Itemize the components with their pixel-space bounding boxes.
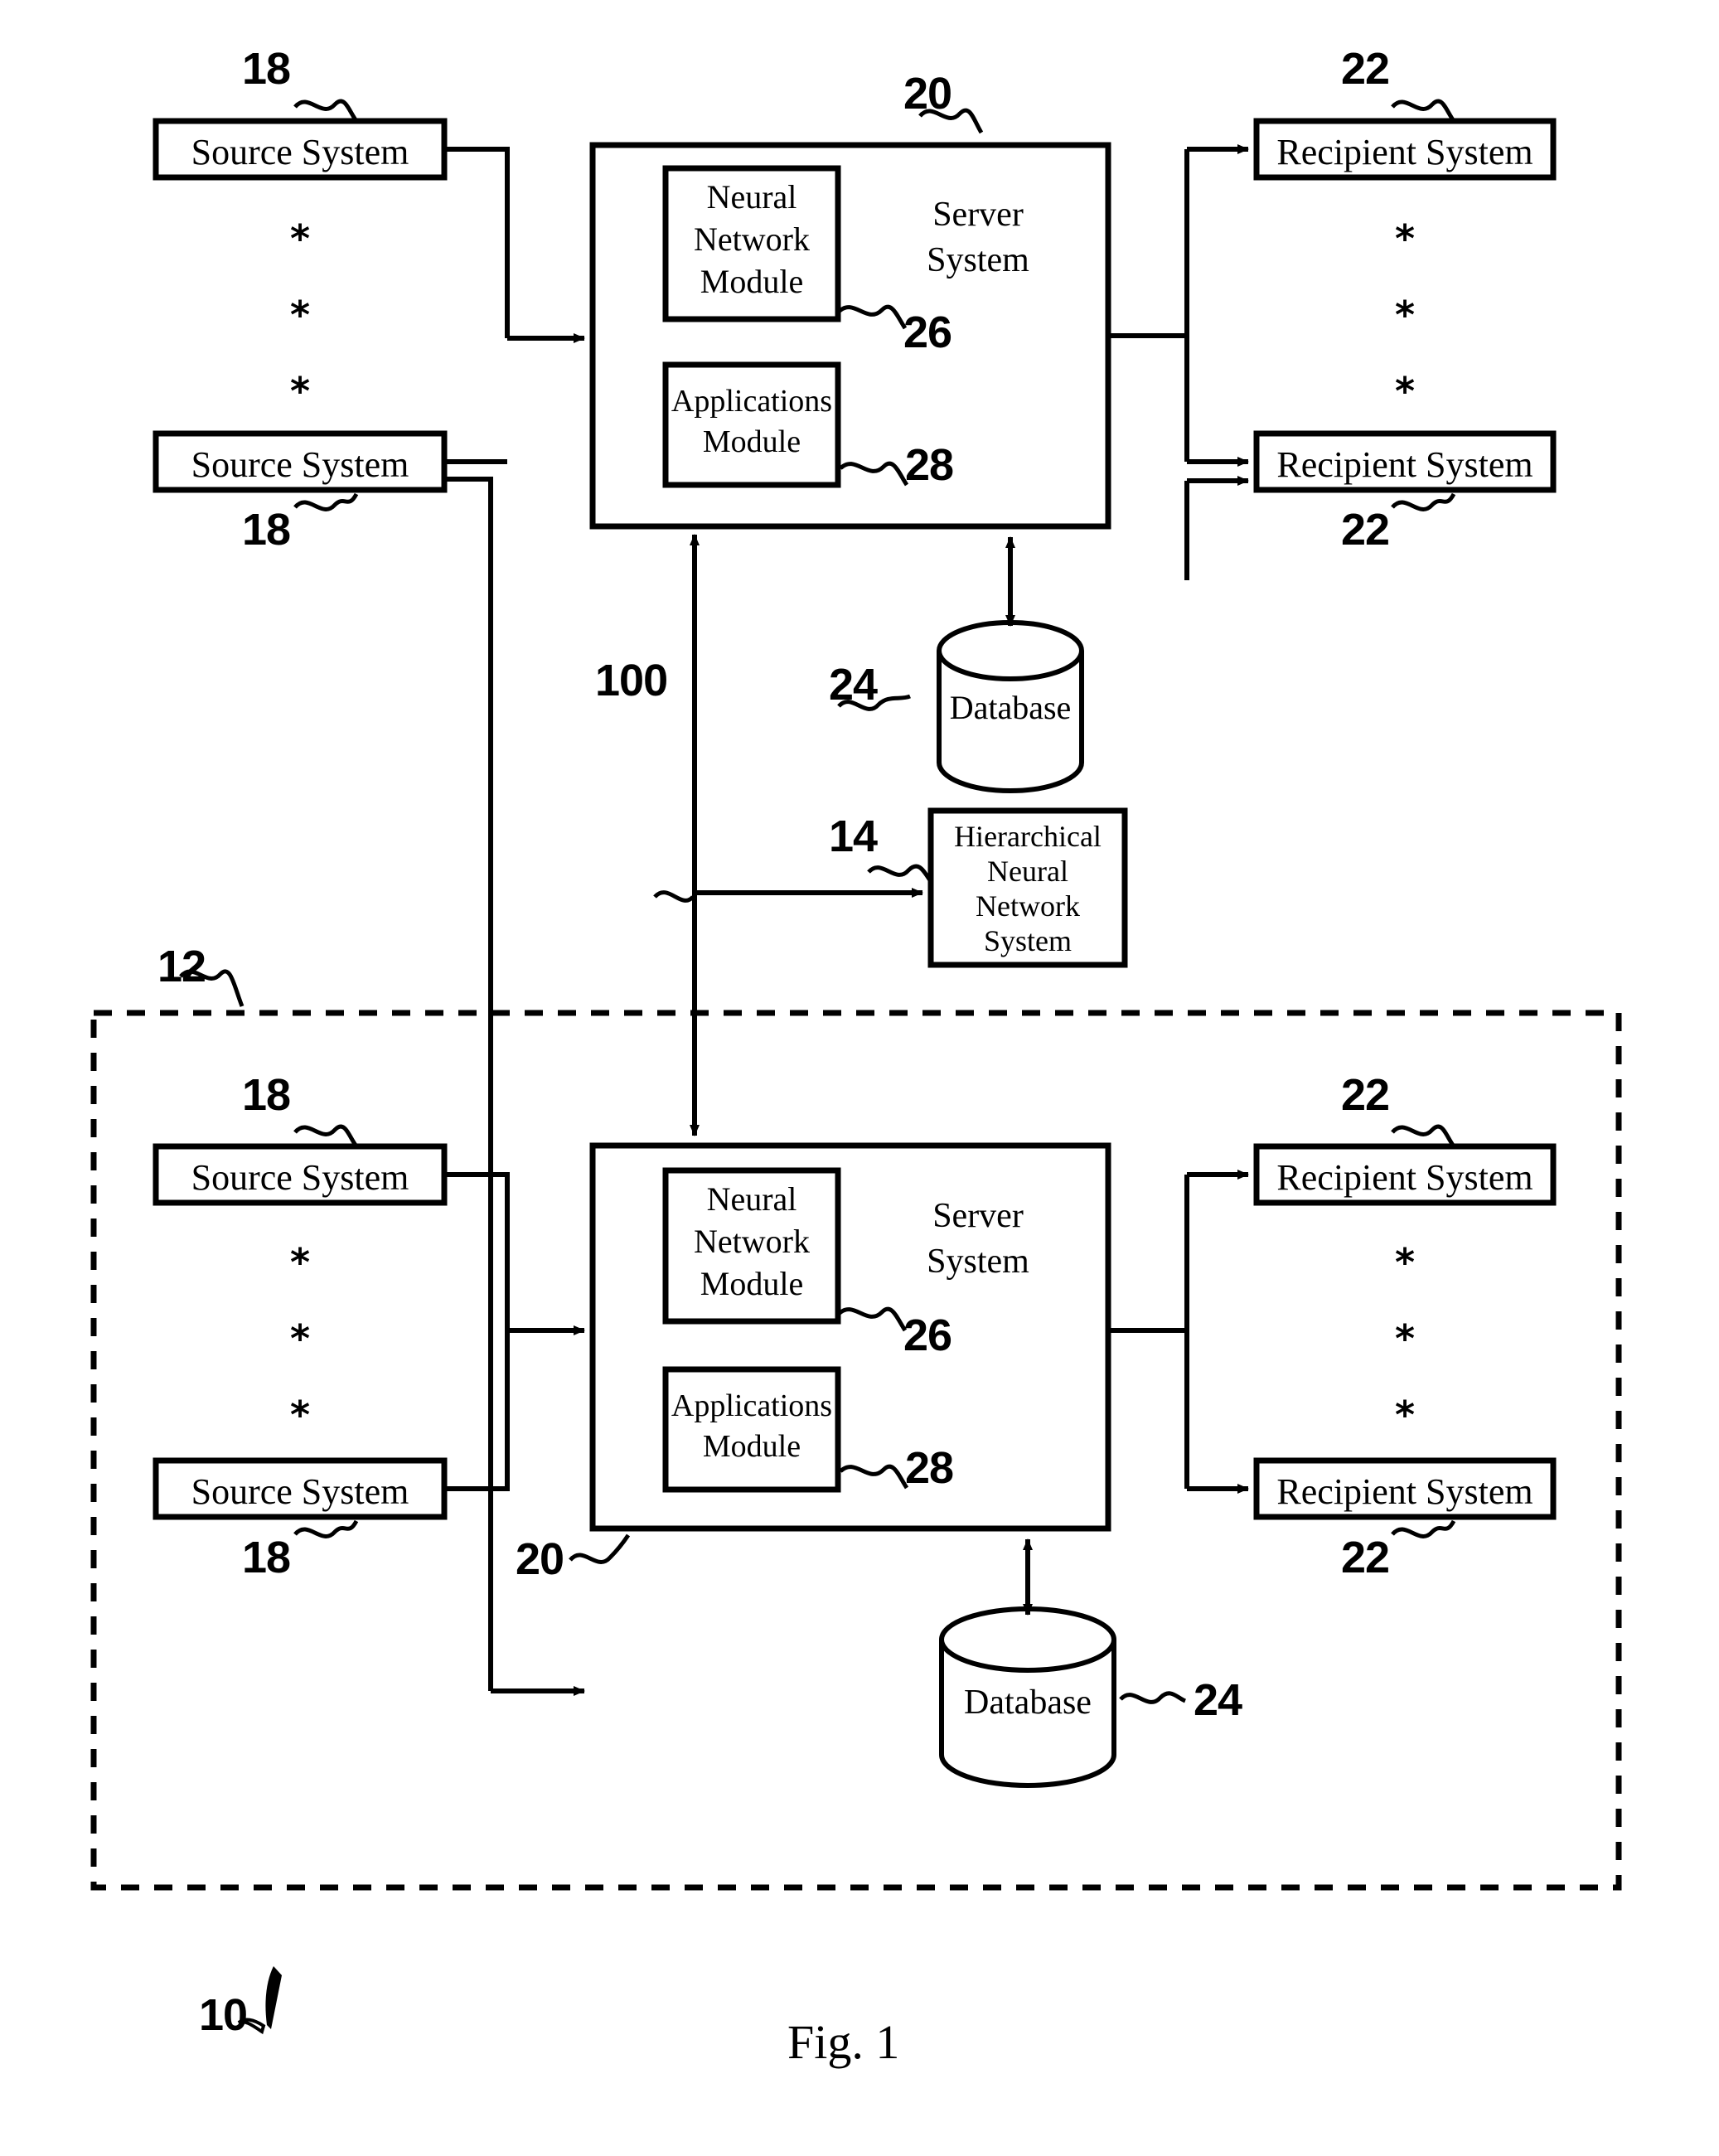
app-module-line1: Applications xyxy=(671,1388,833,1423)
leader-28-bot xyxy=(839,1464,909,1490)
ellipsis-star: * xyxy=(1394,216,1416,261)
hnn-line3: Network xyxy=(976,889,1080,923)
ellipsis-star: * xyxy=(289,1393,311,1437)
source-system-label-bottom-1: Source System xyxy=(191,1157,409,1198)
source-system-label-top-1: Source System xyxy=(191,132,409,172)
applications-module-label-bottom: Applications Module xyxy=(664,1386,840,1468)
leader-22-top-2 xyxy=(1391,492,1456,511)
ref-22-bottom-2: 22 xyxy=(1341,1533,1390,1582)
neural-network-module-label-top: Neural Network Module xyxy=(666,176,838,303)
ref-100: 100 xyxy=(595,656,668,705)
ref-12: 12 xyxy=(157,942,206,991)
link-source1-bus-top xyxy=(444,147,510,338)
database-label-top: Database xyxy=(949,689,1072,726)
recipient-system-label-bottom-2: Recipient System xyxy=(1276,1471,1533,1512)
nn-module-line1: Neural xyxy=(706,1180,797,1218)
leader-22-bot-2 xyxy=(1391,1519,1456,1538)
ellipsis-star: * xyxy=(289,369,311,414)
neural-network-module-label-bottom: Neural Network Module xyxy=(666,1178,838,1306)
nn-module-line3: Module xyxy=(700,263,804,301)
ellipsis-star: * xyxy=(289,293,311,337)
ref-18-top-2: 18 xyxy=(242,505,291,555)
ref-18-bottom-2: 18 xyxy=(242,1533,291,1582)
ellipsis-star: * xyxy=(1394,369,1416,414)
source-system-label-bottom-2: Source System xyxy=(191,1471,409,1512)
app-module-line2: Module xyxy=(702,1429,801,1465)
leader-14 xyxy=(867,864,932,882)
ref-14: 14 xyxy=(829,812,878,861)
ellipsis-star: * xyxy=(289,1316,311,1361)
leader-22-bot-1 xyxy=(1391,1124,1456,1148)
patent-figure-1: Source System 18 * * * Source System 18 … xyxy=(0,0,1719,2156)
leader-20-bot xyxy=(569,1533,631,1564)
ref-20-bottom: 20 xyxy=(516,1534,564,1584)
database-label-bottom: Database xyxy=(964,1684,1092,1722)
hnn-line4: System xyxy=(983,924,1072,958)
link-source1-bus-bottom xyxy=(444,1172,510,1330)
app-module-line1: Applications xyxy=(671,384,833,419)
recipient-system-label-top-2: Recipient System xyxy=(1276,444,1533,485)
database-cylinder-bottom-lid xyxy=(939,1606,1116,1673)
ref-22-top-1: 22 xyxy=(1341,44,1390,94)
leader-24-bot xyxy=(1119,1691,1187,1704)
ellipsis-star: * xyxy=(289,1240,311,1285)
leader-22-top-1 xyxy=(1391,99,1456,123)
nn-module-line2: Network xyxy=(694,220,810,259)
ref-10-system: 10 xyxy=(199,1990,248,2040)
ref-28-top: 28 xyxy=(905,440,954,490)
ref-24-bottom: 24 xyxy=(1194,1675,1242,1725)
ellipsis-star: * xyxy=(1394,1316,1416,1361)
applications-module-label-top: Applications Module xyxy=(664,381,840,463)
database-cylinder-top-lid xyxy=(937,620,1084,681)
ref-28-bottom: 28 xyxy=(905,1443,954,1493)
ellipsis-star: * xyxy=(1394,1393,1416,1437)
nn-module-line1: Neural xyxy=(706,178,797,216)
source-system-label-top-2: Source System xyxy=(191,444,409,485)
hnn-line1: Hierarchical xyxy=(954,820,1102,853)
server-line2: System xyxy=(927,241,1029,280)
server-line1: Server xyxy=(932,1197,1024,1235)
recipient-system-label-bottom-1: Recipient System xyxy=(1276,1157,1533,1198)
ref-22-top-2: 22 xyxy=(1341,505,1390,555)
ellipsis-star: * xyxy=(1394,293,1416,337)
ref-26-top: 26 xyxy=(903,308,952,357)
server-system-label-bottom: Server System xyxy=(879,1194,1077,1286)
leader-18-bot-1 xyxy=(293,1124,359,1148)
leader-18-top-1 xyxy=(293,99,359,123)
ellipsis-star: * xyxy=(1394,1240,1416,1285)
link-source2-bus-bottom xyxy=(444,1330,510,1491)
server-line2: System xyxy=(927,1243,1029,1281)
leader-28-top xyxy=(839,461,909,487)
ref-20-top: 20 xyxy=(903,69,952,119)
source-ellipsis-bottom: * * * xyxy=(156,1243,444,1472)
recipient-ellipsis-bottom: * * * xyxy=(1257,1243,1553,1472)
recipient-system-label-top-1: Recipient System xyxy=(1276,132,1533,172)
leader-100 xyxy=(653,890,695,903)
recipient-ellipsis-top: * * * xyxy=(1257,220,1553,448)
nn-module-line2: Network xyxy=(694,1223,810,1261)
server-system-label-top: Server System xyxy=(879,192,1077,284)
ref-24-top: 24 xyxy=(829,660,878,710)
leader-18-bot-2 xyxy=(293,1519,359,1538)
ref-18-bottom-1: 18 xyxy=(242,1070,291,1120)
figure-caption: Fig. 1 xyxy=(787,2015,900,2069)
link-source2-down-bus xyxy=(444,477,493,1691)
ref-26-bottom: 26 xyxy=(903,1311,952,1360)
hnn-line2: Neural xyxy=(987,855,1068,889)
hierarchical-nn-label: Hierarchical Neural Network System xyxy=(931,819,1125,958)
leader-26-bot xyxy=(837,1306,908,1332)
ref-18-top-1: 18 xyxy=(242,44,291,94)
leader-26-top xyxy=(837,304,908,330)
nn-module-line3: Module xyxy=(700,1265,804,1303)
ellipsis-star: * xyxy=(289,216,311,261)
app-module-line2: Module xyxy=(702,424,801,460)
leader-18-top-2 xyxy=(293,492,359,511)
source-ellipsis-top: * * * xyxy=(156,220,444,448)
server-line1: Server xyxy=(932,196,1024,234)
ref-22-bottom-1: 22 xyxy=(1341,1070,1390,1120)
